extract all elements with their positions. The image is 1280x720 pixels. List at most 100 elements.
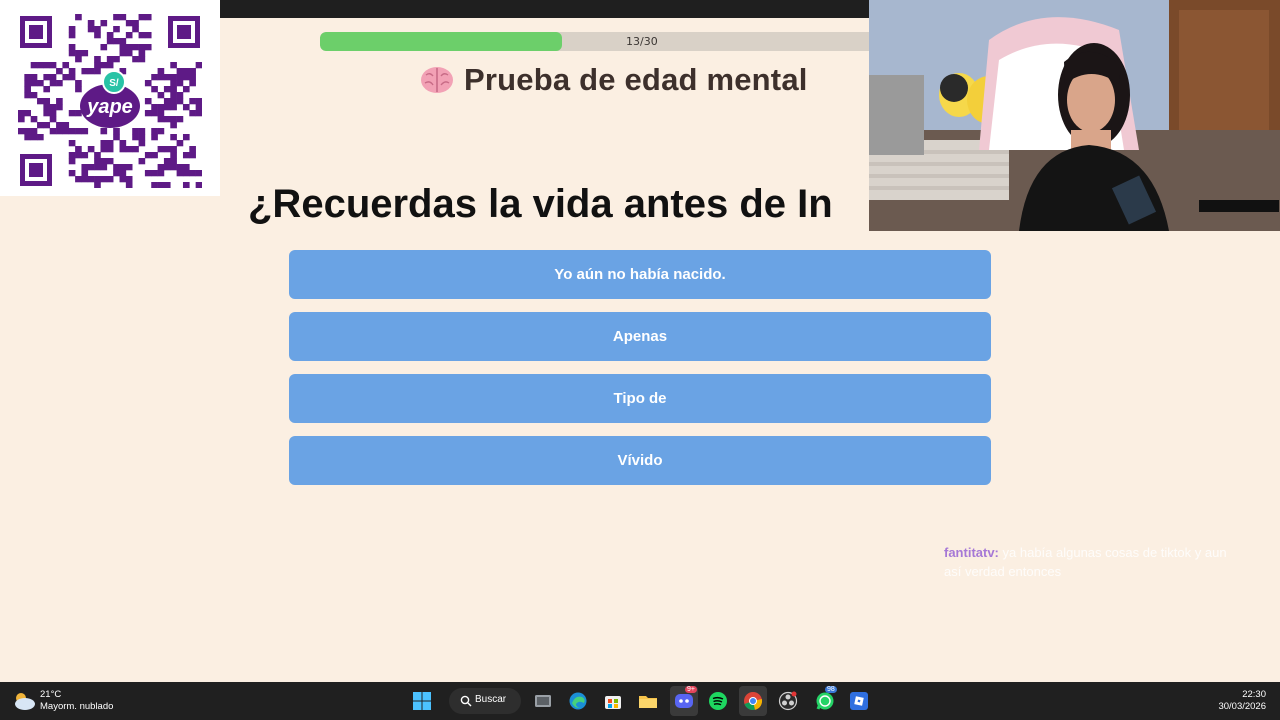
qr-module: [87, 146, 95, 153]
system-clock[interactable]: 22:30 30/03/2026: [1218, 689, 1266, 713]
qr-module: [182, 134, 190, 141]
qr-module: [189, 80, 196, 87]
qr-module: [195, 98, 202, 105]
brain-icon: [421, 67, 453, 93]
chrome-taskbar-button[interactable]: [739, 686, 767, 716]
discord-icon: [675, 694, 693, 708]
qr-module: [151, 86, 158, 93]
qr-module: [176, 164, 184, 171]
qr-module: [24, 86, 31, 93]
answer-option-2[interactable]: Apenas: [289, 312, 991, 361]
qr-module: [151, 134, 158, 141]
qr-module: [68, 74, 76, 81]
qr-module: [75, 50, 82, 57]
qr-module: [37, 98, 44, 105]
qr-module: [43, 62, 51, 69]
edge-browser-icon[interactable]: [568, 691, 588, 711]
qr-module: [132, 56, 139, 63]
search-icon: [460, 695, 472, 707]
qr-module: [106, 56, 114, 63]
qr-module: [56, 68, 63, 75]
qr-module: [106, 38, 114, 45]
qr-module: [100, 158, 108, 165]
qr-module: [138, 140, 146, 147]
qr-module: [30, 116, 38, 123]
qr-module: [163, 116, 171, 123]
clock-date: 30/03/2026: [1218, 701, 1266, 712]
discord-taskbar-button[interactable]: 9+: [670, 686, 698, 716]
qr-module: [113, 14, 120, 21]
qr-module: [195, 110, 202, 117]
roblox-icon[interactable]: [849, 691, 869, 711]
qr-module: [106, 176, 114, 183]
qr-module: [132, 44, 139, 51]
whatsapp-taskbar-button[interactable]: 98: [813, 686, 837, 716]
yape-brand-text: yape: [86, 96, 133, 118]
qr-module: [170, 122, 177, 129]
spotify-icon[interactable]: [708, 691, 728, 711]
chrome-icon: [744, 692, 763, 711]
qr-module: [170, 74, 177, 81]
qr-module: [24, 110, 31, 117]
answer-option-3[interactable]: Tipo de: [289, 374, 991, 423]
qr-module: [113, 56, 120, 63]
qr-module: [56, 122, 63, 129]
taskbar: 21°C Mayorm. nublado Buscar 9+ 98 22:30 …: [0, 682, 1280, 720]
answer-option-1[interactable]: Yo aún no había nacido.: [289, 250, 991, 299]
qr-module: [157, 92, 165, 99]
qr-module: [56, 128, 63, 135]
qr-module: [170, 158, 177, 165]
qr-module: [106, 62, 114, 69]
qr-module: [170, 134, 177, 141]
qr-module: [151, 74, 158, 81]
weather-widget[interactable]: 21°C Mayorm. nublado: [12, 688, 132, 714]
qr-module: [68, 152, 76, 159]
qr-module: [176, 170, 184, 177]
qr-module: [106, 32, 114, 39]
microsoft-store-icon[interactable]: [603, 691, 623, 711]
qr-module: [170, 80, 177, 87]
qr-module: [62, 128, 70, 135]
qr-module: [182, 86, 190, 93]
qr-module: [100, 140, 108, 147]
qr-module: [113, 134, 120, 141]
qr-module: [125, 50, 133, 57]
qr-module: [151, 182, 158, 188]
webcam-overlay: [869, 0, 1280, 231]
task-view-icon[interactable]: [533, 691, 553, 711]
qr-module: [68, 32, 76, 39]
yape-currency-badge: S/: [109, 78, 119, 89]
yape-qr-code: S/ yape: [18, 14, 202, 188]
qr-module: [119, 164, 127, 171]
qr-module: [151, 152, 158, 159]
qr-module: [125, 164, 133, 171]
obs-studio-icon[interactable]: [778, 691, 798, 711]
weather-temp: 21°C: [40, 689, 62, 700]
qr-module: [106, 140, 114, 147]
qr-module: [138, 128, 146, 135]
qr-module: [176, 116, 184, 123]
chat-username: fantitatv:: [944, 545, 999, 560]
taskbar-search-label: Buscar: [475, 694, 507, 705]
qr-module: [30, 74, 38, 81]
qr-module: [182, 170, 190, 177]
webcam-feed-image: [869, 0, 1280, 231]
qr-module: [144, 44, 152, 51]
qr-module: [87, 26, 95, 33]
answer-option-4[interactable]: Vívido: [289, 436, 991, 485]
qr-module: [138, 56, 146, 63]
qr-module: [106, 158, 114, 165]
qr-module: [87, 20, 95, 27]
qr-module: [75, 152, 82, 159]
qr-module: [94, 32, 101, 39]
qr-module: [132, 146, 139, 153]
qr-module: [195, 62, 202, 69]
qr-module: [75, 146, 82, 153]
windows-start-icon[interactable]: [412, 691, 432, 711]
qr-module: [125, 44, 133, 51]
clock-time: 22:30: [1242, 689, 1266, 700]
taskbar-search-button[interactable]: Buscar: [449, 688, 521, 714]
qr-module: [30, 92, 38, 99]
qr-module: [49, 116, 57, 123]
file-explorer-icon[interactable]: [638, 691, 658, 711]
